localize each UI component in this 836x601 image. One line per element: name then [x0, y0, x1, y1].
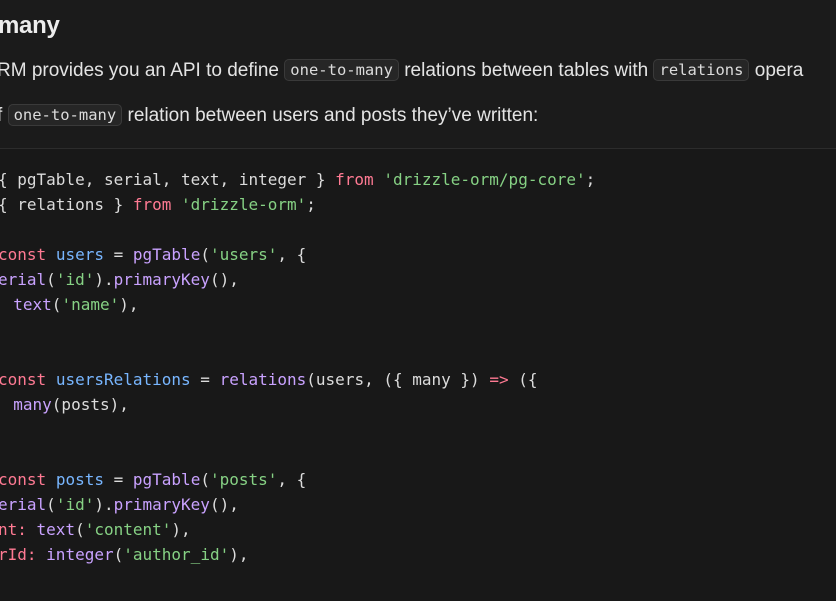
string: 'posts': [209, 470, 278, 489]
string: 'drizzle-orm/pg-core': [383, 170, 586, 189]
code-line: const users = pgTable('users', {: [0, 244, 306, 266]
function: primaryKey: [113, 495, 210, 514]
code-line: rId: integer('author_id'),: [0, 544, 248, 566]
code-line: const posts = pgTable('posts', {: [0, 469, 306, 491]
code-line: { pgTable, serial, text, integer } from …: [0, 169, 595, 191]
code-line: nt: text('content'),: [0, 519, 191, 541]
inline-code-one-to-many: one-to-many: [284, 59, 399, 81]
function: pgTable: [132, 245, 201, 264]
function: many: [13, 395, 52, 414]
function: erial: [0, 270, 47, 289]
code-text: ;: [306, 195, 316, 214]
code-text: ).: [94, 495, 114, 514]
code-text: (: [51, 295, 62, 314]
keyword: const: [0, 245, 47, 264]
intro-paragraph: RM provides you an API to define one-to-…: [0, 58, 803, 84]
code-line: { relations } from 'drizzle-orm';: [0, 194, 316, 216]
string: 'name': [61, 295, 120, 314]
property: rId: [0, 545, 27, 564]
code-text: ),: [229, 545, 249, 564]
arrow-operator: =>: [489, 370, 509, 389]
inline-code-relations: relations: [653, 59, 750, 81]
variable: posts: [55, 470, 104, 489]
code-text: (: [200, 245, 210, 264]
string: 'users': [209, 245, 278, 264]
code-text: ),: [171, 520, 191, 539]
string: 'drizzle-orm': [181, 195, 307, 214]
function: pgTable: [132, 470, 201, 489]
string: 'id': [55, 270, 95, 289]
function: text: [13, 295, 52, 314]
code-text: (: [46, 270, 56, 289]
example-paragraph: f one-to-many relation between users and…: [0, 103, 538, 129]
function: integer: [46, 545, 114, 564]
string: 'author_id': [123, 545, 230, 564]
text: opera: [749, 60, 804, 81]
code-text: =: [103, 470, 133, 489]
code-text: (posts),: [51, 395, 129, 414]
code-text: { pgTable, serial, text, integer }: [0, 170, 336, 189]
function: erial: [0, 495, 47, 514]
code-block[interactable]: { pgTable, serial, text, integer } from …: [0, 148, 836, 601]
code-text: =: [103, 245, 133, 264]
function: text: [36, 520, 76, 539]
code-line: const usersRelations = relations(users, …: [0, 369, 537, 391]
docs-prose: many RM provides you an API to define on…: [0, 0, 836, 148]
code-text: (: [46, 495, 56, 514]
code-text: (: [113, 545, 124, 564]
text: relations between tables with: [398, 60, 654, 81]
variable: users: [55, 245, 104, 264]
string: 'content': [84, 520, 172, 539]
inline-code-one-to-many: one-to-many: [7, 104, 123, 126]
function: primaryKey: [113, 270, 210, 289]
keyword: from: [132, 195, 172, 214]
code-text: ;: [585, 170, 596, 189]
code-text: , {: [277, 245, 307, 264]
code-text: :: [17, 520, 37, 539]
code-text: :: [0, 295, 13, 314]
code-text: (),: [209, 495, 239, 514]
code-line: erial('id').primaryKey(),: [0, 494, 239, 516]
code-text: (users, ({ many }): [306, 370, 490, 389]
code-line: erial('id').primaryKey(),: [0, 269, 239, 291]
code-line: : many(posts),: [0, 394, 129, 416]
property: nt: [0, 520, 18, 539]
code-text: ({: [508, 370, 538, 389]
code-text: (: [75, 520, 85, 539]
string: 'id': [55, 495, 95, 514]
code-text: (),: [209, 270, 239, 289]
code-text: { relations }: [0, 195, 133, 214]
code-text: :: [0, 395, 13, 414]
text: f: [0, 105, 8, 126]
code-text: , {: [277, 470, 307, 489]
keyword: const: [0, 470, 47, 489]
code-text: ),: [119, 295, 139, 314]
keyword: from: [335, 170, 374, 189]
variable: usersRelations: [55, 370, 191, 389]
text: RM provides you an API to define: [0, 60, 285, 81]
section-heading: many: [0, 12, 60, 39]
code-text: :: [26, 545, 47, 564]
keyword: const: [0, 370, 47, 389]
code-line: : text('name'),: [0, 294, 139, 316]
code-text: (: [200, 470, 210, 489]
function: relations: [219, 370, 307, 389]
text: relation between users and posts they’ve…: [122, 105, 539, 126]
code-text: ).: [94, 270, 114, 289]
code-text: =: [190, 370, 220, 389]
